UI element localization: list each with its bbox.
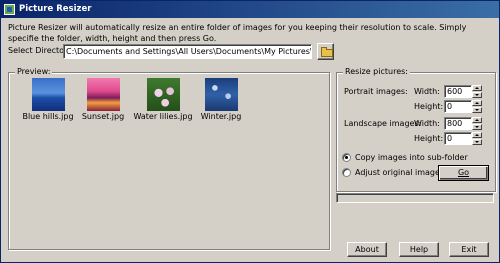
spin-up-icon[interactable]	[472, 117, 482, 123]
spin-down-icon[interactable]	[472, 124, 482, 130]
landscape-height-input[interactable]: 0	[444, 132, 472, 145]
spin-up-icon[interactable]	[472, 132, 482, 138]
list-item-label: Winter.jpg	[200, 112, 242, 121]
landscape-width-input[interactable]: 800	[444, 117, 472, 130]
landscape-width-label: Width:	[414, 119, 440, 128]
copy-option-radio[interactable]	[342, 153, 351, 162]
preview-list[interactable]: Blue hills.jpg Sunset.jpg Water lilies.j…	[14, 77, 325, 245]
portrait-height-label: Height:	[414, 102, 444, 111]
directory-input[interactable]: C:\Documents and Settings\All Users\Docu…	[63, 44, 312, 59]
portrait-label: Portrait images:	[344, 87, 408, 96]
adjust-option-label[interactable]: Adjust original images	[355, 168, 444, 177]
title-bar[interactable]: Picture Resizer	[1, 1, 499, 18]
adjust-option-radio[interactable]	[342, 168, 351, 177]
landscape-height-label: Height:	[414, 134, 444, 143]
about-button-label: About	[355, 245, 379, 254]
folder-icon	[321, 47, 333, 57]
portrait-height-spinner[interactable]: 0	[444, 100, 482, 113]
spin-down-icon[interactable]	[472, 139, 482, 145]
list-item[interactable]: Sunset.jpg	[77, 77, 129, 121]
spin-down-icon[interactable]	[472, 92, 482, 98]
app-icon	[4, 4, 15, 15]
blue-hills-thumbnail	[31, 78, 65, 111]
spin-up-icon[interactable]	[472, 100, 482, 106]
help-button-label: Help	[409, 245, 429, 254]
spin-down-icon[interactable]	[472, 107, 482, 113]
portrait-width-label: Width:	[414, 87, 440, 96]
landscape-label: Landscape images:	[344, 119, 422, 128]
go-button-label: Go	[457, 168, 470, 177]
preview-title: Preview:	[15, 67, 53, 76]
list-item[interactable]: Water lilies.jpg	[133, 77, 193, 121]
portrait-height-input[interactable]: 0	[444, 100, 472, 113]
landscape-height-spinner[interactable]: 0	[444, 132, 482, 145]
window-title: Picture Resizer	[19, 4, 92, 14]
main-window: Picture Resizer Picture Resizer will aut…	[0, 0, 500, 263]
progress-bar	[336, 193, 494, 203]
sunset-thumbnail	[86, 78, 120, 111]
list-item[interactable]: Winter.jpg	[195, 77, 247, 121]
exit-button-label: Exit	[461, 245, 477, 254]
resize-title: Resize pictures:	[343, 67, 410, 76]
water-lilies-thumbnail	[146, 78, 180, 111]
exit-button[interactable]: Exit	[449, 242, 489, 257]
copy-option-label[interactable]: Copy images into sub-folder	[355, 153, 468, 162]
about-button[interactable]: About	[347, 242, 387, 257]
winter-thumbnail	[204, 78, 238, 111]
help-button[interactable]: Help	[399, 242, 439, 257]
go-button[interactable]: Go	[438, 165, 489, 181]
spin-up-icon[interactable]	[472, 85, 482, 91]
list-item[interactable]: Blue hills.jpg	[22, 77, 74, 121]
list-item-label: Sunset.jpg	[81, 112, 125, 121]
portrait-width-input[interactable]: 600	[444, 85, 472, 98]
description-text: Picture Resizer will automatically resiz…	[8, 23, 467, 43]
portrait-width-spinner[interactable]: 600	[444, 85, 482, 98]
landscape-width-spinner[interactable]: 800	[444, 117, 482, 130]
browse-folder-button[interactable]	[317, 43, 334, 60]
